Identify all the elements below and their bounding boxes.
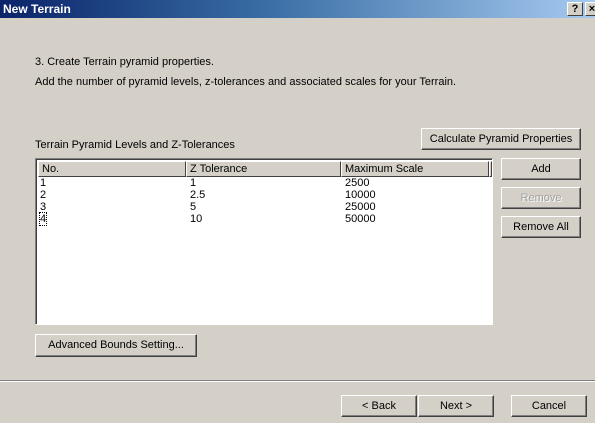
remove-button[interactable]: Remove xyxy=(501,187,581,209)
cell-maximum-scale: 2500 xyxy=(345,177,370,189)
cell-no: 4 xyxy=(38,212,48,226)
window-title: New Terrain xyxy=(3,2,71,16)
close-button[interactable]: × xyxy=(585,2,595,16)
cell-no: 3 xyxy=(40,201,47,213)
column-header-no[interactable]: No. xyxy=(38,161,186,177)
back-button[interactable]: < Back xyxy=(341,395,417,417)
table-row[interactable]: 2 2.5 10000 xyxy=(38,189,488,201)
cell-maximum-scale: 10000 xyxy=(345,189,376,201)
table-row[interactable]: 1 1 2500 xyxy=(38,177,488,189)
cell-z-tolerance: 10 xyxy=(190,213,203,225)
help-button[interactable]: ? xyxy=(567,2,583,16)
table-row[interactable]: 4 10 50000 xyxy=(38,212,488,226)
cell-maximum-scale: 50000 xyxy=(345,213,376,225)
cancel-button[interactable]: Cancel xyxy=(511,395,587,417)
cell-no: 1 xyxy=(40,177,47,189)
calculate-pyramid-properties-button[interactable]: Calculate Pyramid Properties xyxy=(421,128,581,150)
cell-z-tolerance: 2.5 xyxy=(190,189,206,201)
next-button[interactable]: Next > xyxy=(418,395,494,417)
table-row[interactable]: 3 5 25000 xyxy=(38,201,488,213)
column-header-spacer xyxy=(489,161,492,177)
separator xyxy=(0,380,595,382)
remove-all-button[interactable]: Remove All xyxy=(501,216,581,238)
cell-maximum-scale: 25000 xyxy=(345,201,376,213)
step-heading: 3. Create Terrain pyramid properties. xyxy=(35,56,214,68)
advanced-bounds-setting-button[interactable]: Advanced Bounds Setting... xyxy=(35,334,197,357)
cell-z-tolerance: 5 xyxy=(190,201,197,213)
cell-no: 2 xyxy=(40,189,47,201)
column-header-maximum-scale[interactable]: Maximum Scale xyxy=(341,161,489,177)
step-description: Add the number of pyramid levels, z-tole… xyxy=(35,76,457,88)
add-button[interactable]: Add xyxy=(501,158,581,180)
title-bar: New Terrain ? × xyxy=(0,0,595,18)
column-header-z-tolerance[interactable]: Z Tolerance xyxy=(186,161,341,177)
cell-z-tolerance: 1 xyxy=(190,177,197,189)
pyramid-levels-list[interactable]: No. Z Tolerance Maximum Scale 1 1 2500 2… xyxy=(35,158,493,325)
group-label: Terrain Pyramid Levels and Z-Tolerances xyxy=(35,139,235,151)
